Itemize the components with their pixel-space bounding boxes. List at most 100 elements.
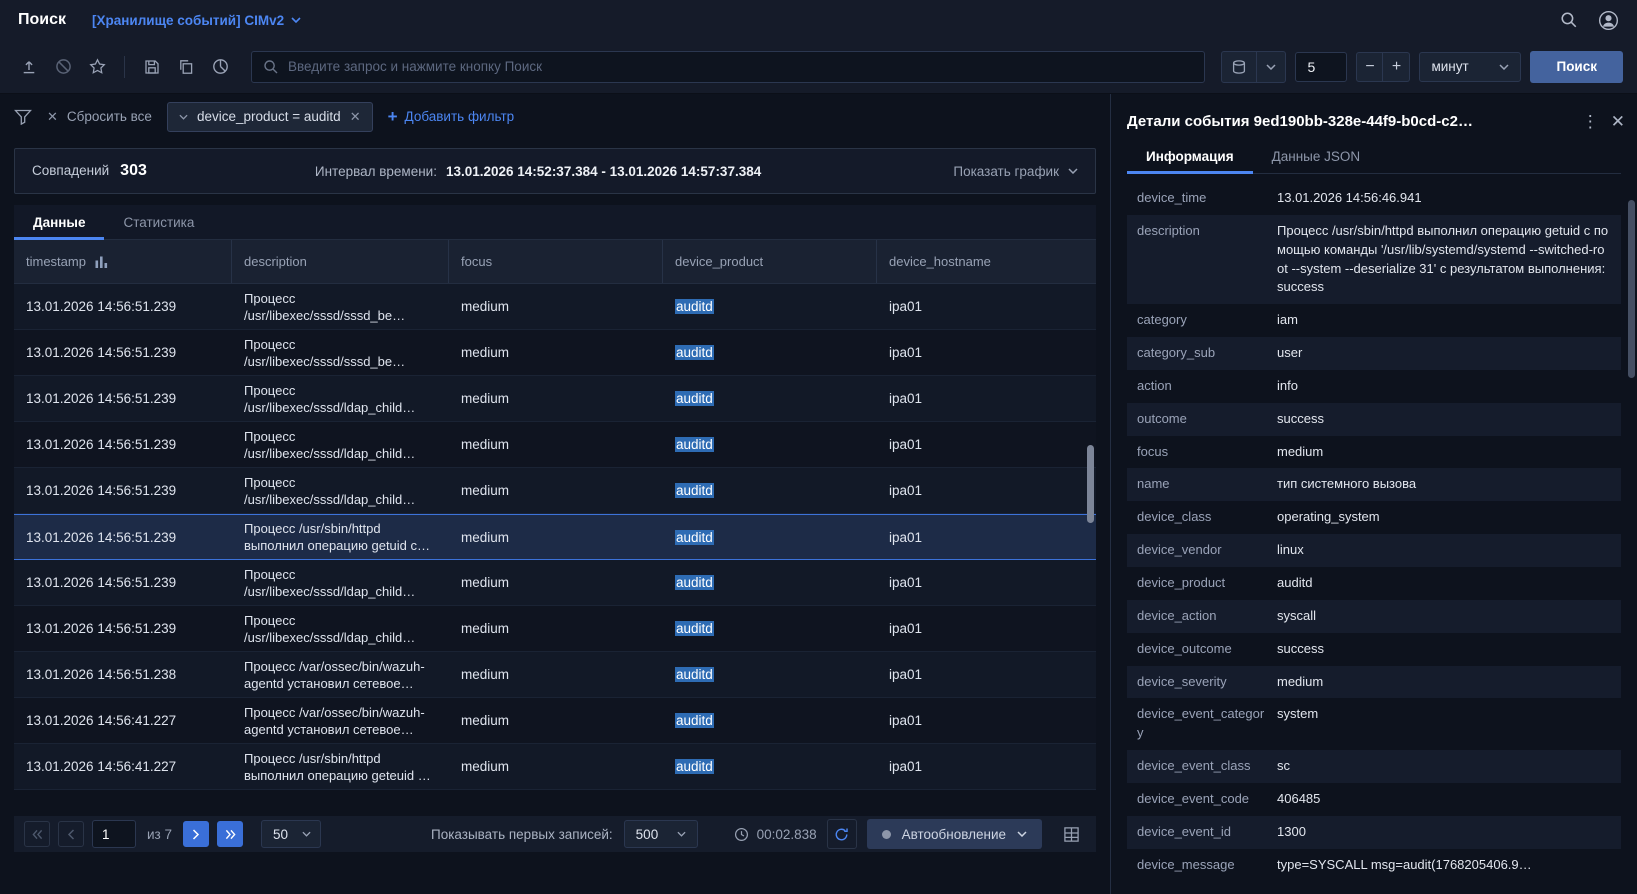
favorite-star-icon[interactable]: [82, 52, 112, 82]
detail-field-row[interactable]: device_class operating_system: [1127, 501, 1621, 534]
save-icon[interactable]: [137, 52, 167, 82]
filter-chip[interactable]: device_product = auditd ✕: [166, 101, 373, 132]
detail-field-row[interactable]: description Процесс /usr/sbin/httpd выпо…: [1127, 214, 1621, 305]
clear-all-filters-button[interactable]: ✕ Сбросить все: [47, 109, 152, 125]
storage-selector[interactable]: [Хранилище событий] CIMv2: [92, 13, 301, 28]
detail-field-row[interactable]: focus medium: [1127, 436, 1621, 469]
tab-data[interactable]: Данные: [14, 205, 105, 240]
account-icon[interactable]: [1598, 10, 1619, 31]
column-header-device-product[interactable]: device_product: [663, 240, 877, 283]
cell-device-hostname: ipa01: [889, 483, 923, 498]
details-scrollbar-thumb[interactable]: [1628, 200, 1635, 378]
detail-field-row[interactable]: device_product auditd: [1127, 567, 1621, 600]
tab-statistics[interactable]: Статистика: [104, 205, 213, 239]
field-value: syscall: [1277, 607, 1317, 623]
detail-field-row[interactable]: device_event_code 406485: [1127, 783, 1621, 816]
column-header-device-hostname[interactable]: device_hostname: [877, 240, 1096, 283]
detail-field-row[interactable]: category iam: [1127, 304, 1621, 337]
copy-icon[interactable]: [171, 52, 201, 82]
columns-grid-icon[interactable]: [1056, 819, 1086, 849]
interval-decrease-button[interactable]: −: [1356, 51, 1384, 82]
ban-icon[interactable]: [48, 52, 78, 82]
detail-field-row[interactable]: device_vendor linux: [1127, 534, 1621, 567]
detail-field-row[interactable]: name тип системного вызова: [1127, 468, 1621, 502]
detail-field-row[interactable]: device_severity medium: [1127, 665, 1621, 699]
interval-increase-button[interactable]: +: [1383, 51, 1411, 82]
column-header-description[interactable]: description: [232, 240, 449, 283]
page-size-select[interactable]: 50: [261, 820, 321, 848]
header-actions: [1560, 10, 1619, 31]
show-chart-toggle[interactable]: Показать график: [953, 164, 1078, 179]
matches-label: Совпадений: [32, 163, 110, 178]
filter-chip-label: device_product = auditd: [196, 109, 341, 124]
search-button[interactable]: Поиск: [1530, 50, 1623, 83]
show-first-select[interactable]: 500: [623, 820, 698, 848]
show-first-label: Показывать первых записей:: [431, 826, 613, 842]
field-value: success: [1277, 410, 1324, 426]
table-scrollbar-thumb[interactable]: [1087, 445, 1094, 523]
next-page-button[interactable]: [183, 821, 209, 847]
table-row[interactable]: 13.01.2026 14:56:51.239 Процесс /usr/lib…: [14, 376, 1096, 422]
table-row[interactable]: 13.01.2026 14:56:41.227 Процесс /usr/sbi…: [14, 744, 1096, 790]
detail-field-row[interactable]: device_event_id 1300: [1127, 815, 1621, 849]
table-row[interactable]: 13.01.2026 14:56:51.239 Процесс /usr/sbi…: [14, 514, 1096, 560]
table-row[interactable]: 13.01.2026 14:56:51.239 Процесс /usr/lib…: [14, 330, 1096, 376]
close-panel-icon[interactable]: ✕: [1611, 113, 1625, 130]
detail-field-row[interactable]: device_time 13.01.2026 14:56:46.941: [1127, 182, 1621, 215]
remove-filter-icon[interactable]: ✕: [350, 109, 361, 125]
table-row[interactable]: 13.01.2026 14:56:51.239 Процесс /usr/lib…: [14, 606, 1096, 652]
table-row[interactable]: 13.01.2026 14:56:51.238 Процесс /var/oss…: [14, 652, 1096, 698]
kebab-menu-icon[interactable]: ⋮: [1582, 113, 1599, 130]
detail-field-row[interactable]: outcome success: [1127, 402, 1621, 436]
autorefresh-toggle[interactable]: Автообновление: [866, 819, 1042, 849]
table-header-row: timestamp description focus device_produ…: [14, 240, 1096, 284]
field-key: device_vendor: [1137, 542, 1222, 558]
time-preset-icon[interactable]: [1222, 52, 1256, 82]
detail-field-row[interactable]: device_event_class sc: [1127, 750, 1621, 783]
first-page-button[interactable]: [24, 821, 50, 847]
refresh-button[interactable]: [826, 819, 857, 849]
tab-information[interactable]: Информация: [1127, 140, 1253, 174]
table-row[interactable]: 13.01.2026 14:56:51.239 Процесс /usr/lib…: [14, 560, 1096, 606]
table-row[interactable]: 13.01.2026 14:56:51.239 Процесс /usr/lib…: [14, 284, 1096, 330]
add-filter-button[interactable]: + Добавить фильтр: [388, 108, 515, 125]
detail-field-row[interactable]: device_message type=SYSCALL msg=audit(17…: [1127, 849, 1621, 882]
interval-value-input[interactable]: [1295, 51, 1348, 82]
pie-chart-icon[interactable]: [205, 52, 235, 82]
column-header-timestamp[interactable]: timestamp: [14, 240, 232, 283]
table-row[interactable]: 13.01.2026 14:56:51.239 Процесс /usr/lib…: [14, 468, 1096, 514]
table-row[interactable]: 13.01.2026 14:56:51.239 Процесс /usr/lib…: [14, 422, 1096, 468]
detail-field-row[interactable]: device_event_category system: [1127, 698, 1621, 750]
field-key: device_product: [1137, 574, 1226, 590]
last-page-button[interactable]: [217, 821, 243, 847]
detail-field-row[interactable]: device_action syscall: [1127, 599, 1621, 633]
details-header: Детали события 9ed190bb-328e-44f9-b0cd-c…: [1127, 94, 1637, 140]
detail-field-row[interactable]: device_outcome success: [1127, 633, 1621, 666]
field-key: device_event_class: [1137, 758, 1251, 774]
field-value: system: [1277, 706, 1319, 722]
cell-timestamp: 13.01.2026 14:56:41.227: [26, 713, 177, 728]
upload-icon[interactable]: [14, 52, 44, 82]
interval-unit-select[interactable]: минут: [1419, 51, 1522, 82]
global-search-icon[interactable]: [1560, 11, 1578, 29]
time-controls: − + минут Поиск: [1221, 50, 1623, 83]
prev-page-button[interactable]: [58, 821, 84, 847]
workspace: ✕ Сбросить все device_product = auditd ✕…: [0, 94, 1637, 894]
cell-description: Процесс /usr/sbin/httpd выполнил операци…: [244, 750, 431, 783]
matches-counter: Совпадений 303: [32, 162, 147, 180]
sort-icon[interactable]: [95, 256, 108, 268]
detail-field-row[interactable]: category_sub user: [1127, 337, 1621, 370]
field-key: outcome: [1137, 410, 1187, 426]
column-header-focus[interactable]: focus: [449, 240, 663, 283]
cell-device-hostname: ipa01: [889, 575, 923, 590]
tab-json-data[interactable]: Данные JSON: [1253, 140, 1380, 173]
cell-device-product: auditd: [663, 437, 877, 452]
field-value: 1300: [1277, 823, 1306, 839]
time-preset-chevron[interactable]: [1256, 51, 1285, 82]
cell-description: Процесс /usr/libexec/sssd/ldap_child…: [244, 382, 416, 415]
table-row[interactable]: 13.01.2026 14:56:41.227 Процесс /var/oss…: [14, 698, 1096, 744]
page-number-input[interactable]: [92, 820, 136, 848]
query-input[interactable]: [288, 59, 1194, 74]
chevron-down-icon: [179, 114, 188, 120]
detail-field-row[interactable]: action info: [1127, 370, 1621, 403]
